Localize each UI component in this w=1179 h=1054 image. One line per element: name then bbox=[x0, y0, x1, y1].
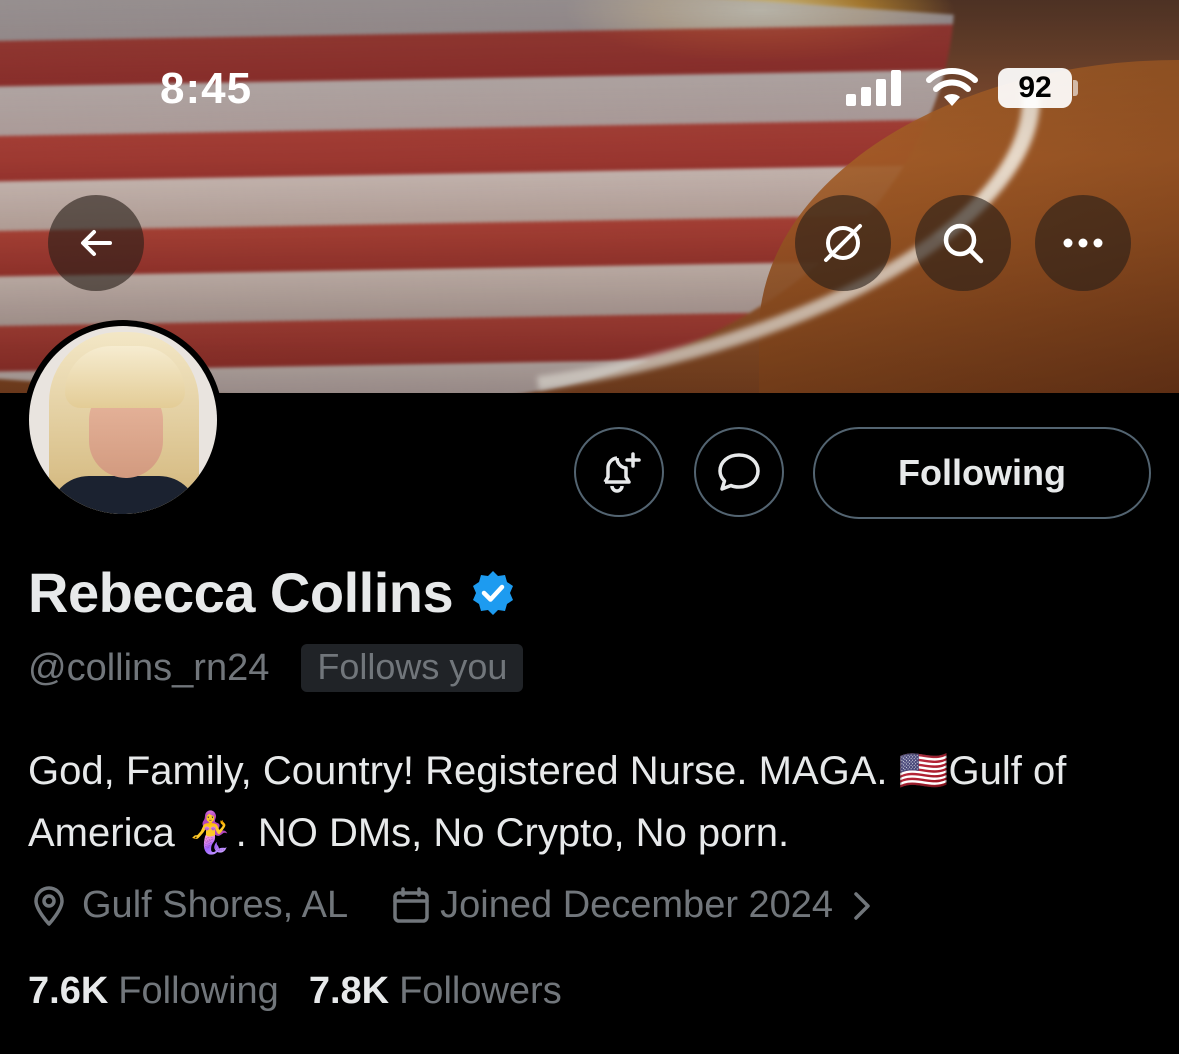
mermaid-emoji: 🧜‍♀️ bbox=[185, 811, 236, 855]
grok-icon bbox=[824, 224, 862, 262]
more-horizontal-icon bbox=[1063, 238, 1103, 248]
verified-badge-icon[interactable] bbox=[469, 569, 517, 617]
bio: God, Family, Country! Registered Nurse. … bbox=[28, 740, 1148, 864]
follows-you-badge: Follows you bbox=[301, 644, 524, 692]
followers-link[interactable]: 7.8K Followers bbox=[309, 970, 562, 1013]
wifi-icon bbox=[926, 68, 978, 106]
following-count: 7.6K bbox=[28, 970, 109, 1012]
cellular-signal-icon bbox=[846, 70, 904, 106]
location-pin-icon bbox=[34, 885, 64, 926]
bio-text-3: . NO DMs, No Crypto, No porn. bbox=[235, 811, 790, 855]
follow-stats: 7.6K Following 7.8K Followers bbox=[28, 970, 562, 1013]
display-name: Rebecca Collins bbox=[28, 561, 454, 624]
us-flag-emoji: 🇺🇸 bbox=[898, 749, 949, 793]
calendar-icon bbox=[393, 886, 429, 923]
bell-plus-icon bbox=[603, 452, 641, 493]
status-bar: 8:45 92 bbox=[0, 0, 1179, 130]
following-label: Following bbox=[118, 970, 279, 1012]
chevron-right-icon[interactable] bbox=[851, 889, 873, 923]
followers-label: Followers bbox=[399, 970, 562, 1012]
grok-button[interactable] bbox=[795, 195, 891, 291]
bio-text-1: God, Family, Country! Registered Nurse. … bbox=[28, 749, 899, 793]
handle-row: @collins_rn24 Follows you bbox=[28, 644, 524, 692]
message-button[interactable] bbox=[694, 427, 784, 517]
joined-date[interactable]: Joined December 2024 bbox=[440, 884, 833, 927]
search-button[interactable] bbox=[915, 195, 1011, 291]
location: Gulf Shores, AL bbox=[82, 884, 349, 926]
name-row: Rebecca Collins bbox=[28, 560, 517, 625]
handle: @collins_rn24 bbox=[28, 646, 270, 689]
following-button[interactable]: Following bbox=[813, 427, 1151, 519]
followers-count: 7.8K bbox=[308, 970, 390, 1012]
more-button[interactable] bbox=[1035, 195, 1131, 291]
search-icon bbox=[943, 223, 984, 264]
avatar-image bbox=[29, 326, 217, 514]
following-link[interactable]: 7.6K Following bbox=[28, 970, 279, 1013]
avatar[interactable] bbox=[23, 320, 223, 520]
profile-meta: Gulf Shores, AL Joined December 2024 bbox=[28, 884, 873, 927]
battery-level: 92 bbox=[1018, 71, 1052, 104]
status-time: 8:45 bbox=[160, 64, 253, 113]
back-button[interactable] bbox=[48, 195, 144, 291]
battery-tip bbox=[1073, 80, 1078, 96]
notify-button[interactable] bbox=[574, 427, 664, 517]
arrow-left-icon bbox=[81, 230, 112, 256]
battery-icon: 92 bbox=[998, 68, 1072, 108]
message-bubble-icon bbox=[718, 453, 760, 491]
